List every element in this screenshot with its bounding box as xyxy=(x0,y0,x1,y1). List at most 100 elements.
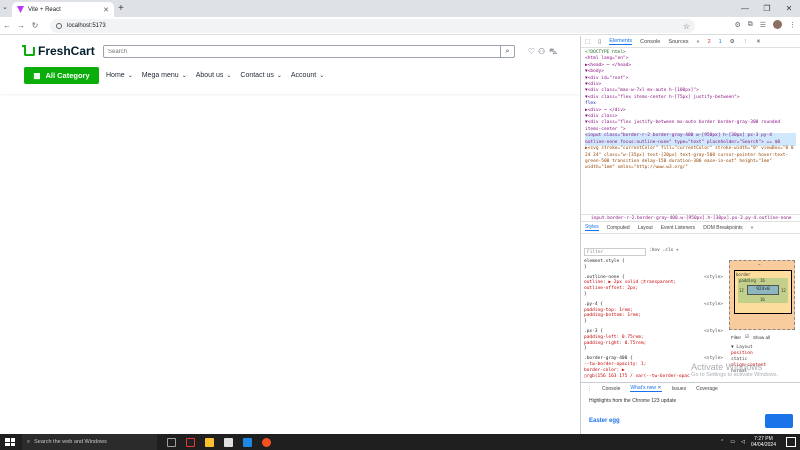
taskbar-search[interactable]: ⌕ Search the web and Windows xyxy=(22,434,157,450)
tab-close-icon[interactable]: ✕ xyxy=(103,6,109,14)
drawer-tab-console[interactable]: Console xyxy=(602,386,620,392)
back-button[interactable]: ← xyxy=(0,21,14,30)
computed-filter-input[interactable]: Filter xyxy=(731,335,741,340)
tab-computed[interactable]: Computed xyxy=(607,225,630,231)
tab-dom-breakpoints[interactable]: DOM Breakpoints xyxy=(703,225,742,231)
sidebar-icon[interactable]: ☰ xyxy=(760,21,766,29)
browser-tab[interactable]: Vite + React ✕ xyxy=(12,2,114,17)
dom-line[interactable]: ▶<svg stroke="currentColor" fill="curren… xyxy=(585,146,796,172)
elements-tree[interactable]: <!DOCTYPE html> <html lang="en"> ▶<head>… xyxy=(581,48,800,214)
tab-console[interactable]: Console xyxy=(640,39,660,45)
menu-item-label: Home xyxy=(106,72,125,79)
warning-count-badge[interactable]: 1 xyxy=(719,39,722,45)
search-input[interactable] xyxy=(104,46,500,57)
css-rule[interactable]: <style> .py-4 { padding-top: 1rem; paddi… xyxy=(584,302,723,325)
devtools-menu-icon[interactable]: ⋮ xyxy=(743,39,749,45)
toolbar-extensions: ⚙ ⧉ ☰ ⋮ xyxy=(734,20,796,29)
easter-egg-link[interactable]: Easter egg xyxy=(589,418,620,424)
more-tabs-icon[interactable]: » xyxy=(697,39,700,45)
css-rule[interactable]: <style> .outline-none { outline: ▶ 2px s… xyxy=(584,275,723,298)
cart-logo-icon xyxy=(22,44,35,56)
site-navbar: FreshCart ⌕ ♡ ⚇ ⛍ ▦ All Category Home⌄ M… xyxy=(0,36,580,94)
vscode-icon[interactable] xyxy=(243,437,252,447)
whats-new-drawer: Highlights from the Chrome 123 update Ea… xyxy=(581,394,800,434)
tab-elements[interactable]: Elements xyxy=(609,38,633,45)
taskbar-apps xyxy=(167,437,271,447)
menu-item-account[interactable]: Account ⌄ xyxy=(291,72,324,79)
settings-gear-icon[interactable]: ⚙ xyxy=(730,39,735,45)
search-icon[interactable]: ⌕ xyxy=(500,46,514,57)
device-toggle-icon[interactable]: ▯ xyxy=(598,39,601,45)
css-rule[interactable]: element.style { } xyxy=(584,259,723,271)
new-tab-button[interactable]: + xyxy=(118,3,124,14)
cart-icon[interactable]: ⛍ xyxy=(549,47,557,57)
drawer-tab-issues[interactable]: Issues xyxy=(672,386,686,392)
chrome-icon[interactable] xyxy=(262,437,271,447)
user-icon[interactable]: ⚇ xyxy=(538,47,545,56)
inspect-icon[interactable]: ⬚ xyxy=(585,39,590,45)
dom-breadcrumb[interactable]: input.border-r-2.border-gray-400.w-[950p… xyxy=(581,214,800,222)
show-all-checkbox[interactable]: ☑ xyxy=(745,334,749,340)
puzzle-icon[interactable]: ⧉ xyxy=(748,21,753,29)
calculator-icon[interactable] xyxy=(224,437,233,447)
devtools-close-icon[interactable]: ✕ xyxy=(756,39,761,45)
rule-source[interactable]: <style> xyxy=(704,275,723,281)
margin-label: – xyxy=(758,262,761,267)
extension-icon[interactable]: ⚙ xyxy=(734,21,740,29)
tab-styles[interactable]: Styles xyxy=(585,224,599,231)
close-window-button[interactable]: ✕ xyxy=(778,0,800,17)
border-label: border xyxy=(736,272,751,277)
drawer-menu-icon[interactable]: ⋮ xyxy=(587,386,592,392)
rule-close: } xyxy=(584,319,587,325)
notification-icon[interactable] xyxy=(786,437,796,447)
tab-layout[interactable]: Layout xyxy=(638,225,653,231)
reload-button[interactable]: ↻ xyxy=(28,21,42,30)
all-category-button[interactable]: ▦ All Category xyxy=(24,67,99,84)
styles-filter-tools[interactable]: :hov .cls + xyxy=(649,248,679,254)
task-view-icon[interactable] xyxy=(167,437,176,447)
tab-search-icon[interactable]: ⌄ xyxy=(2,3,8,11)
styles-filter-input[interactable]: Filter xyxy=(584,248,646,256)
main-menu: Home ⌄ Mega menu ⌄ About us ⌄ Contact us ⌄ A… xyxy=(106,72,324,79)
menu-item-contact-us[interactable]: Contact us ⌄ xyxy=(240,72,282,79)
padding-label: padding xyxy=(739,278,756,283)
drawer-tab-whats-new[interactable]: What's new ✕ xyxy=(630,385,662,392)
heart-icon[interactable]: ♡ xyxy=(528,47,535,56)
url-text[interactable]: localhost:5173 xyxy=(67,23,106,29)
browser-toolbar: ← → ↻ localhost:5173 ☆ ⚙ ⧉ ☰ ⋮ xyxy=(0,17,800,35)
rule-source[interactable]: <style> xyxy=(704,302,723,308)
menu-item-about-us[interactable]: About us ⌄ xyxy=(196,72,232,79)
padding-left-value: 12 xyxy=(739,288,744,293)
drawer-tab-coverage[interactable]: Coverage xyxy=(696,386,718,392)
terminal-icon[interactable] xyxy=(186,437,195,447)
rule-source[interactable]: <style> xyxy=(704,329,723,335)
dom-line[interactable]: ▼<div class="flex justify-between mx-aut… xyxy=(585,120,796,133)
kebab-menu-icon[interactable]: ⋮ xyxy=(789,21,796,29)
chevron-down-icon: ⌄ xyxy=(181,73,187,79)
taskbar-clock[interactable]: 7:27 PM 04/04/2024 xyxy=(751,436,776,448)
box-model-padding: padding 16 12 924×0 12 16 xyxy=(738,278,788,303)
watermark-subtitle: Go to Settings to activate Windows. xyxy=(691,372,778,378)
forward-button[interactable]: → xyxy=(14,21,28,30)
bookmark-star-icon[interactable]: ☆ xyxy=(683,22,690,31)
tray-chevron-icon[interactable]: ⌃ xyxy=(720,439,724,445)
search-icon: ⌕ xyxy=(27,438,31,445)
file-explorer-icon[interactable] xyxy=(205,437,214,447)
profile-avatar[interactable] xyxy=(773,20,782,29)
dom-line-selected[interactable]: <input class="border-r-2 border-gray-400… xyxy=(585,133,796,147)
volume-icon[interactable]: ◁ xyxy=(741,439,745,445)
error-count-badge[interactable]: 2 xyxy=(708,39,711,45)
more-subtabs-icon[interactable]: » xyxy=(751,225,754,231)
windows-start-icon[interactable] xyxy=(4,437,16,447)
tab-sources[interactable]: Sources xyxy=(668,39,688,45)
site-info-icon[interactable] xyxy=(56,23,62,29)
freshcart-logo[interactable]: FreshCart xyxy=(22,44,95,58)
restore-button[interactable]: ❐ xyxy=(756,0,778,17)
tab-event-listeners[interactable]: Event Listeners xyxy=(661,225,695,231)
css-rule[interactable]: <style> .px-3 { padding-left: 0.75rem; p… xyxy=(584,329,723,352)
menu-item-mega-menu[interactable]: Mega menu ⌄ xyxy=(142,72,187,79)
address-bar[interactable]: localhost:5173 ☆ xyxy=(50,19,695,33)
menu-item-home[interactable]: Home ⌄ xyxy=(106,72,133,79)
network-icon[interactable]: ▭ xyxy=(730,439,735,445)
minimize-button[interactable]: — xyxy=(734,0,756,17)
